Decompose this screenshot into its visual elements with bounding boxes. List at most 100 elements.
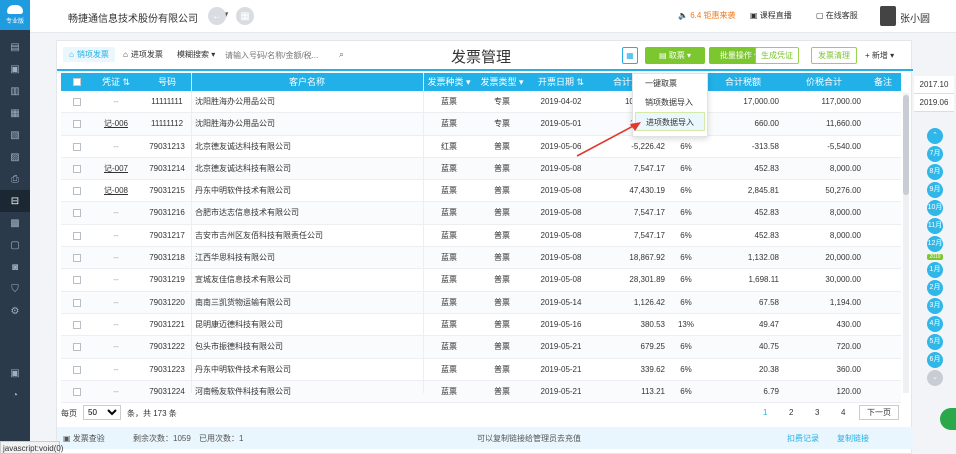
speed-icon[interactable]: ◔ [0, 384, 30, 406]
scroll-thumb[interactable] [903, 95, 909, 195]
month-button[interactable]: 3月 [927, 298, 943, 314]
chart-icon[interactable]: ▥ [0, 80, 30, 102]
invoice-cleanup-button[interactable]: 发票清理 [811, 47, 857, 64]
table-row[interactable]: -- 79031217 吉安市吉州区友佰科技有限责任公司 蓝票 普票 2019-… [61, 225, 901, 248]
table-row[interactable]: 记-007 79031214 北京德友诚达科技有限公司 蓝票 普票 2019-0… [61, 157, 901, 181]
month-button[interactable]: 1月 [927, 262, 943, 278]
row-checkbox[interactable] [73, 320, 81, 329]
wallet-icon[interactable]: ▢ [0, 234, 30, 256]
back-button[interactable]: ← [208, 7, 226, 25]
row-checkbox[interactable] [73, 187, 81, 196]
row-checkbox[interactable] [73, 231, 81, 240]
floating-chat-button[interactable] [940, 408, 956, 430]
promo-link[interactable]: 🔈 6.4 钜惠来袭 [678, 10, 736, 21]
page-3-button[interactable]: 3 [815, 408, 819, 417]
tab-output-invoice[interactable]: ⌂ 销项发票 [63, 47, 115, 62]
month-button[interactable]: 5月 [927, 334, 943, 350]
menu-item-output-import[interactable]: 销项数据导入 [633, 93, 707, 112]
copy-link-button[interactable]: 复制链接 [837, 433, 869, 444]
table-row[interactable]: -- 79031224 河南畅友软件科技有限公司 蓝票 普票 2019-05-2… [61, 380, 901, 404]
search-type-select[interactable]: 模糊搜索 ▾ [177, 49, 215, 60]
print-icon[interactable]: ⎙ [0, 168, 30, 190]
select-all-checkbox[interactable] [73, 78, 81, 86]
table-settings-button[interactable]: ▦ [622, 47, 638, 64]
service-link[interactable]: ▢ 在线客服 [816, 10, 858, 21]
period-start[interactable]: 2017.10 [914, 76, 954, 94]
col-invoice-kind[interactable]: 发票种类 ▾ [423, 73, 475, 91]
table-scrollbar[interactable] [903, 93, 909, 393]
chevron-down-icon[interactable]: ⌄ [927, 370, 943, 386]
table-row[interactable]: -- 79031219 宣城友佳信息技术有限公司 蓝票 普票 2019-05-0… [61, 269, 901, 292]
table-row[interactable]: -- 11111111 沈阳胜海办公用品公司 蓝票 专票 2019-04-02 … [61, 91, 901, 114]
page-4-button[interactable]: 4 [841, 408, 845, 417]
col-invoice-type[interactable]: 发票类型 ▾ [475, 73, 529, 91]
save-icon[interactable]: ◙ [0, 256, 30, 278]
generate-voucher-button[interactable]: 生成凭证 [755, 47, 799, 64]
row-checkbox[interactable] [73, 142, 81, 151]
invoice-icon[interactable]: ⊟ [0, 190, 30, 212]
row-checkbox[interactable] [73, 164, 81, 173]
shield-icon[interactable]: ⛉ [0, 278, 30, 300]
cell-voucher[interactable]: 记-008 [91, 180, 141, 202]
row-checkbox[interactable] [73, 343, 81, 352]
period-end[interactable]: 2019.06 [914, 94, 954, 112]
page-2-button[interactable]: 2 [789, 408, 793, 417]
month-button[interactable]: 6月 [927, 352, 943, 368]
month-button[interactable]: 9月 [927, 182, 943, 198]
page-1-button[interactable]: 1 [763, 408, 767, 417]
document-icon[interactable]: ▣ [0, 58, 30, 80]
grid-button[interactable]: ▦ [236, 7, 254, 25]
month-button[interactable]: 11月 [927, 218, 943, 234]
table-row[interactable]: -- 79031221 昆明康迈德科技有限公司 蓝票 普票 2019-05-16… [61, 314, 901, 337]
col-voucher[interactable]: 凭证 ⇅ [91, 73, 141, 91]
row-checkbox[interactable] [73, 298, 81, 307]
table-row[interactable]: -- 79031220 南南三凯货物运输有限公司 蓝票 普票 2019-05-1… [61, 291, 901, 314]
row-checkbox[interactable] [73, 209, 81, 218]
month-button[interactable]: 2月 [927, 280, 943, 296]
cell-voucher[interactable]: 记-006 [91, 113, 141, 135]
table-row[interactable]: 记-008 79031215 丹东中明软件技术有限公司 蓝票 普票 2019-0… [61, 180, 901, 203]
search-icon[interactable]: ⌕ [339, 49, 344, 60]
table-row[interactable]: -- 79031216 合肥市达志信息技术有限公司 蓝票 普票 2019-05-… [61, 202, 901, 225]
month-button[interactable]: 8月 [927, 164, 943, 180]
table-row[interactable]: 记-006 11111112 沈阳胜海办公用品公司 蓝票 专票 2019-05-… [61, 113, 901, 136]
row-checkbox[interactable] [73, 365, 81, 374]
dashboard-icon[interactable]: ▤ [0, 36, 30, 58]
month-button[interactable]: 7月 [927, 146, 943, 162]
avatar[interactable] [880, 6, 896, 26]
table-row[interactable]: -- 79031218 江西华思科技有限公司 蓝票 普票 2019-05-08 … [61, 247, 901, 270]
tab-input-invoice[interactable]: ⌂ 进项发票 [123, 49, 163, 60]
month-button[interactable]: 12月 [927, 236, 943, 252]
company-name[interactable]: 畅捷通信息技术股份有限公司 [68, 10, 198, 25]
row-checkbox[interactable] [73, 98, 81, 106]
menu-item-input-import[interactable]: 进项数据导入 [635, 112, 705, 131]
table-row[interactable]: -- 79031213 北京德友诚达科技有限公司 红票 普票 2019-05-0… [61, 136, 901, 158]
fetch-invoice-button[interactable]: ▤ 取票 ▾ [645, 47, 705, 64]
col-issue-date[interactable]: 开票日期 ⇅ [529, 73, 593, 91]
page-size-select[interactable]: 50 [83, 405, 121, 420]
cell-voucher[interactable]: 记-007 [91, 158, 141, 180]
add-new-button[interactable]: + 新增 ▾ [865, 50, 894, 61]
row-checkbox[interactable] [73, 276, 81, 285]
app-logo[interactable]: 专业版 [0, 0, 30, 30]
report-icon[interactable]: ▨ [0, 146, 30, 168]
menu-item-one-click-fetch[interactable]: 一键取票 [633, 74, 707, 93]
row-checkbox[interactable] [73, 387, 81, 396]
month-button[interactable]: 4月 [927, 316, 943, 332]
table-row[interactable]: -- 79031222 包头市振德科技有限公司 蓝票 普票 2019-05-21… [61, 336, 901, 359]
month-button[interactable]: 10月 [927, 200, 943, 216]
ledger-icon[interactable]: ▦ [0, 102, 30, 124]
charge-record-link[interactable]: 扣费记录 [787, 433, 819, 444]
chevron-up-icon[interactable]: ⌃ [927, 128, 943, 144]
username[interactable]: 张小圆 [900, 10, 930, 25]
row-checkbox[interactable] [73, 120, 81, 129]
export-icon[interactable]: ▣ [0, 362, 30, 384]
voucher-icon[interactable]: ▧ [0, 124, 30, 146]
gear-icon[interactable]: ⚙ [0, 300, 30, 322]
image-icon[interactable]: ▩ [0, 212, 30, 234]
live-link[interactable]: ▣ 课程直播 [750, 10, 792, 21]
row-checkbox[interactable] [73, 254, 81, 263]
next-page-button[interactable]: 下一页 [859, 405, 899, 420]
table-row[interactable]: -- 79031223 丹东中明软件技术有限公司 蓝票 普票 2019-05-2… [61, 359, 901, 381]
search-input[interactable] [225, 47, 343, 63]
